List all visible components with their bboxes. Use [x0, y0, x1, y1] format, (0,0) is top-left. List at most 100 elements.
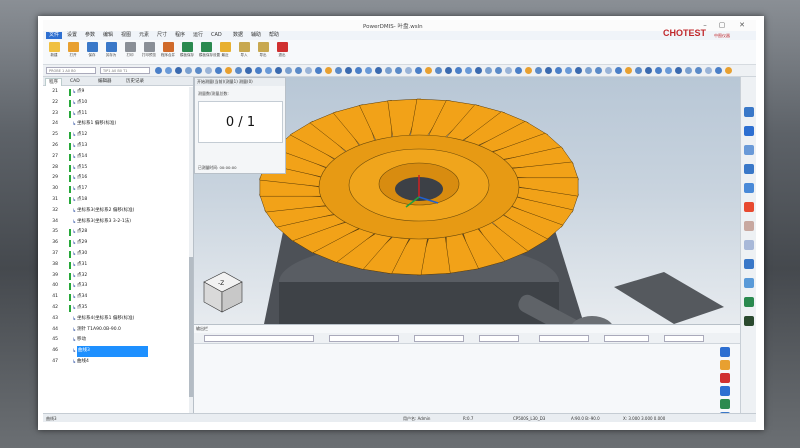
output-filter-select-7[interactable] [664, 335, 704, 342]
program-row[interactable]: 45 ↳ 移动 [43, 335, 189, 346]
toolbar-tool-icon[interactable] [305, 67, 312, 74]
toolbar-tool-icon[interactable] [165, 67, 172, 74]
maximize-button[interactable]: ▢ [715, 21, 729, 30]
tree-scrollbar-thumb[interactable] [189, 257, 193, 397]
program-row[interactable]: 40 ↳ 点33 [43, 281, 189, 292]
toolbar-tool-icon[interactable] [355, 67, 362, 74]
ribbon-button[interactable]: 最近 [218, 42, 232, 62]
right-tool-icon[interactable] [744, 145, 754, 155]
toolbar-tool-icon[interactable] [555, 67, 562, 74]
toolbar-tool-icon[interactable] [575, 67, 582, 74]
menu-item[interactable]: 尺寸 [154, 32, 170, 39]
right-tool-icon[interactable] [744, 316, 754, 326]
program-row[interactable]: 23 ↳ 点11 [43, 109, 189, 120]
output-filter-select-6[interactable] [604, 335, 649, 342]
toolbar-tool-icon[interactable] [645, 67, 652, 74]
toolbar-tool-icon[interactable] [295, 67, 302, 74]
toolbar-tool-icon[interactable] [505, 67, 512, 74]
program-row[interactable]: 36 ↳ 点29 [43, 238, 189, 249]
toolbar-tool-icon[interactable] [705, 67, 712, 74]
toolbar-tool-icon[interactable] [345, 67, 352, 74]
right-tool-icon[interactable] [744, 107, 754, 117]
toolbar-tool-icon[interactable] [425, 67, 432, 74]
program-row[interactable]: 35 ↳ 点28 [43, 227, 189, 238]
left-tab[interactable]: 程序 [45, 78, 62, 86]
output-filter-select-4[interactable] [479, 335, 519, 342]
right-tool-icon[interactable] [744, 126, 754, 136]
toolbar-tool-icon[interactable] [445, 67, 452, 74]
menu-item[interactable]: 元素 [136, 32, 152, 39]
ribbon-button[interactable]: 另存为 [104, 42, 118, 62]
left-tab[interactable]: 历史记录 [123, 78, 147, 85]
toolbar-tool-icon[interactable] [655, 67, 662, 74]
ribbon-button[interactable]: 导入 [237, 42, 251, 62]
toolbar-tool-icon[interactable] [475, 67, 482, 74]
right-tool-icon[interactable] [744, 202, 754, 212]
ribbon-button[interactable]: 模板保存设置 [199, 42, 220, 62]
menu-item[interactable]: 文件 [46, 32, 63, 39]
toolbar-tool-icon[interactable] [495, 67, 502, 74]
menu-item[interactable]: 辅助 [248, 32, 264, 39]
program-row[interactable]: 27 ↳ 点14 [43, 152, 189, 163]
toolbar-tool-icon[interactable] [185, 67, 192, 74]
toolbar-tool-icon[interactable] [415, 67, 422, 74]
toolbar-tool-icon[interactable] [715, 67, 722, 74]
left-tab[interactable]: CAD [67, 78, 83, 85]
view-cube[interactable]: -Z [203, 271, 243, 313]
program-row[interactable]: 42 ↳ 点35 [43, 303, 189, 314]
tip-select[interactable]: TIP1 A0 B0 T1 [100, 67, 150, 74]
output-filter-select-3[interactable] [414, 335, 464, 342]
output-tool-icon[interactable] [720, 399, 730, 409]
toolbar-tool-icon[interactable] [595, 67, 602, 74]
program-row[interactable]: 31 ↳ 点18 [43, 195, 189, 206]
program-row[interactable]: 32 ↳ 坐标系3(坐标系2 偏移(标准) [43, 206, 189, 217]
toolbar-tool-icon[interactable] [315, 67, 322, 74]
toolbar-tool-icon[interactable] [335, 67, 342, 74]
menu-item[interactable]: 编辑 [100, 32, 116, 39]
toolbar-tool-icon[interactable] [215, 67, 222, 74]
program-row[interactable]: 43 ↳ 坐标系4(坐标系1 偏移(标准) [43, 314, 189, 325]
toolbar-tool-icon[interactable] [465, 67, 472, 74]
ribbon-button[interactable]: 导出 [256, 42, 270, 62]
toolbar-tool-icon[interactable] [385, 67, 392, 74]
program-row[interactable]: 47 ↳ 曲线4 [43, 357, 189, 368]
right-tool-icon[interactable] [744, 221, 754, 231]
program-row[interactable]: 25 ↳ 点12 [43, 130, 189, 141]
toolbar-tool-icon[interactable] [675, 67, 682, 74]
toolbar-tool-icon[interactable] [695, 67, 702, 74]
right-tool-icon[interactable] [744, 259, 754, 269]
toolbar-tool-icon[interactable] [455, 67, 462, 74]
program-row[interactable]: 46 ↳ 曲线3 [43, 346, 189, 357]
menu-item[interactable]: 程序 [172, 32, 188, 39]
right-tool-icon[interactable] [744, 164, 754, 174]
program-row[interactable]: 41 ↳ 点34 [43, 292, 189, 303]
toolbar-tool-icon[interactable] [605, 67, 612, 74]
toolbar-tool-icon[interactable] [195, 67, 202, 74]
toolbar-tool-icon[interactable] [155, 67, 162, 74]
toolbar-tool-icon[interactable] [265, 67, 272, 74]
toolbar-tool-icon[interactable] [285, 67, 292, 74]
program-row[interactable]: 29 ↳ 点16 [43, 173, 189, 184]
toolbar-tool-icon[interactable] [535, 67, 542, 74]
left-tab[interactable]: 编辑器 [95, 78, 115, 85]
toolbar-tool-icon[interactable] [245, 67, 252, 74]
menu-item[interactable]: CAD [208, 32, 225, 39]
toolbar-tool-icon[interactable] [565, 67, 572, 74]
toolbar-tool-icon[interactable] [525, 67, 532, 74]
program-row[interactable]: 24 ↳ 坐标系1 偏移(标准) [43, 119, 189, 130]
output-tool-icon[interactable] [720, 360, 730, 370]
program-row[interactable]: 21 ↳ 点9 [43, 87, 189, 98]
menu-item[interactable]: 参数 [82, 32, 98, 39]
ribbon-button[interactable]: 保存 [85, 42, 99, 62]
toolbar-tool-icon[interactable] [515, 67, 522, 74]
menu-item[interactable]: 视图 [118, 32, 134, 39]
output-filter-select-2[interactable] [329, 335, 399, 342]
toolbar-tool-icon[interactable] [175, 67, 182, 74]
right-tool-icon[interactable] [744, 240, 754, 250]
ribbon-button[interactable]: 打印预览 [142, 42, 156, 62]
toolbar-tool-icon[interactable] [225, 67, 232, 74]
output-filter-select-1[interactable] [204, 335, 314, 342]
toolbar-tool-icon[interactable] [725, 67, 732, 74]
ribbon-button[interactable]: 模板保存 [180, 42, 194, 62]
toolbar-tool-icon[interactable] [545, 67, 552, 74]
